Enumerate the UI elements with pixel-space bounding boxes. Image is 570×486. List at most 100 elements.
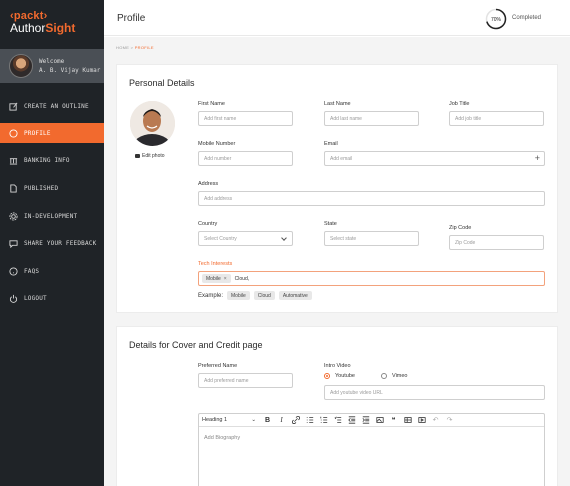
chip-remove-icon[interactable]: × — [224, 276, 227, 282]
media-icon[interactable] — [417, 416, 426, 425]
chat-icon — [9, 239, 18, 248]
edit-icon — [9, 102, 18, 111]
sidebar-item-share-feedback[interactable]: SHARE YOUR FEEDBACK — [0, 233, 104, 253]
example-chip[interactable]: Mobile — [227, 291, 250, 300]
user-box: Welcome A. B. Vijay Kumar — [0, 49, 104, 83]
tech-interests-input[interactable]: Mobile × Cloud, — [198, 271, 545, 286]
breadcrumb-separator: > — [130, 45, 134, 50]
state-select[interactable]: Select state — [324, 231, 419, 246]
sidebar-item-label: BANKING INFO — [24, 156, 70, 164]
sidebar-item-label: FAQS — [24, 267, 40, 275]
outdent-icon[interactable] — [347, 416, 356, 425]
biography-placeholder: Add Biography — [204, 435, 241, 441]
sidebar: ‹packt› AuthorSight Welcome A. B. Vijay … — [0, 0, 104, 486]
document-icon — [9, 183, 18, 193]
gear-icon — [9, 211, 18, 221]
chevron-down-icon: ⌄ — [251, 417, 256, 423]
sidebar-item-banking-info[interactable]: BANKING INFO — [0, 150, 104, 170]
page-title: Profile — [117, 13, 146, 24]
preferred-name-input[interactable]: Add preferred name — [198, 373, 293, 388]
sidebar-item-logout[interactable]: LOGOUT — [0, 288, 104, 308]
mobile-label: Mobile Number — [198, 141, 236, 147]
zip-label: Zip Code — [449, 225, 472, 231]
radio-youtube[interactable]: Youtube — [324, 373, 355, 379]
table-icon[interactable] — [403, 416, 412, 425]
example-label: Example: — [198, 292, 224, 299]
video-url-input[interactable]: Add youtube video URL — [324, 385, 545, 400]
sidebar-item-label: PUBLISHED — [24, 184, 59, 192]
help-icon — [9, 266, 18, 276]
country-label: Country — [198, 221, 218, 227]
breadcrumb-home[interactable]: HOME — [116, 45, 129, 50]
sidebar-item-create-outline[interactable]: CREATE AN OUTLINE — [0, 96, 104, 116]
user-icon — [9, 128, 18, 138]
avatar — [9, 54, 33, 78]
image-icon[interactable] — [375, 416, 384, 425]
intro-video-options: Youtube Vimeo — [324, 373, 434, 379]
bullet-list-icon[interactable] — [305, 416, 314, 425]
tech-chip: Mobile × — [202, 274, 231, 283]
sidebar-item-label: PROFILE — [24, 129, 51, 137]
edit-photo-button[interactable]: Edit photo — [135, 153, 165, 159]
main-content: HOME > PROFILE Personal Details Edit pho… — [104, 37, 570, 486]
brand-line2: AuthorSight — [10, 21, 76, 35]
mobile-input[interactable]: Add number — [198, 151, 293, 166]
tech-interests-label: Tech Interests — [198, 261, 233, 267]
last-name-label: Last Name — [324, 101, 351, 107]
last-name-input[interactable]: Add last name — [324, 111, 419, 126]
redo-icon[interactable]: ↷ — [445, 416, 454, 425]
sidebar-item-published[interactable]: PUBLISHED — [0, 178, 104, 198]
profile-photo[interactable] — [130, 101, 175, 146]
welcome-label: Welcome — [39, 58, 65, 65]
power-icon — [9, 294, 18, 303]
cover-credit-card: Details for Cover and Credit page Prefer… — [116, 326, 558, 486]
example-chip[interactable]: Cloud — [253, 291, 275, 300]
intro-video-label: Intro Video — [324, 363, 351, 369]
welcome-text: Welcome A. B. Vijay Kumar — [39, 57, 100, 75]
personal-details-title: Personal Details — [129, 78, 195, 88]
sidebar-item-profile[interactable]: PROFILE — [0, 123, 104, 143]
camera-icon — [135, 154, 140, 158]
quote-icon[interactable]: ❝ — [389, 416, 398, 425]
top-header: Profile 70% Completed — [104, 0, 570, 36]
zip-input[interactable]: Zip Code — [449, 235, 544, 250]
radio-vimeo[interactable]: Vimeo — [381, 373, 408, 379]
address-label: Address — [198, 181, 219, 187]
sidebar-item-faqs[interactable]: FAQS — [0, 261, 104, 281]
add-email-icon[interactable]: + — [535, 153, 540, 163]
undo-icon[interactable]: ↶ — [431, 416, 440, 425]
bank-icon — [9, 156, 18, 165]
chevron-down-icon — [281, 235, 287, 241]
job-title-label: Job Title — [449, 101, 470, 107]
tech-typed-text: Cloud, — [234, 275, 250, 282]
heading-select[interactable]: Heading 1 ⌄ — [202, 417, 258, 423]
numbered-list-icon[interactable] — [319, 416, 328, 425]
first-name-label: First Name — [198, 101, 225, 107]
example-chip[interactable]: Automative — [278, 291, 312, 300]
completion-ring: 70% — [485, 8, 507, 30]
sidebar-item-label: CREATE AN OUTLINE — [24, 102, 89, 110]
sidebar-item-label: SHARE YOUR FEEDBACK — [24, 239, 97, 247]
italic-icon[interactable]: I — [277, 416, 286, 425]
sidebar-item-label: LOGOUT — [24, 294, 47, 302]
indent-icon[interactable] — [361, 416, 370, 425]
completion-percent: 70% — [491, 17, 502, 23]
breadcrumb: HOME > PROFILE — [116, 45, 154, 50]
bold-icon[interactable]: B — [263, 416, 272, 425]
country-select[interactable]: Select Country — [198, 231, 293, 246]
email-label: Email — [324, 141, 338, 147]
edit-photo-label: Edit photo — [142, 153, 165, 159]
brand-logo[interactable]: ‹packt› AuthorSight — [10, 10, 75, 34]
state-label: State — [324, 221, 337, 227]
sidebar-item-in-development[interactable]: IN-DEVELOPMENT — [0, 206, 104, 226]
cover-credit-title: Details for Cover and Credit page — [129, 340, 263, 350]
address-input[interactable]: Add address — [198, 191, 545, 206]
biography-editor[interactable]: Heading 1 ⌄ B I ❝ ↶ ↷ Add Biography — [198, 413, 545, 486]
link-icon[interactable] — [291, 416, 300, 425]
profile-photo-image — [130, 101, 175, 146]
job-title-input[interactable]: Add job title — [449, 111, 544, 126]
email-input[interactable]: Add email + — [324, 151, 545, 166]
checklist-icon[interactable] — [333, 416, 342, 425]
first-name-input[interactable]: Add first name — [198, 111, 293, 126]
editor-toolbar: Heading 1 ⌄ B I ❝ ↶ ↷ — [199, 414, 544, 427]
